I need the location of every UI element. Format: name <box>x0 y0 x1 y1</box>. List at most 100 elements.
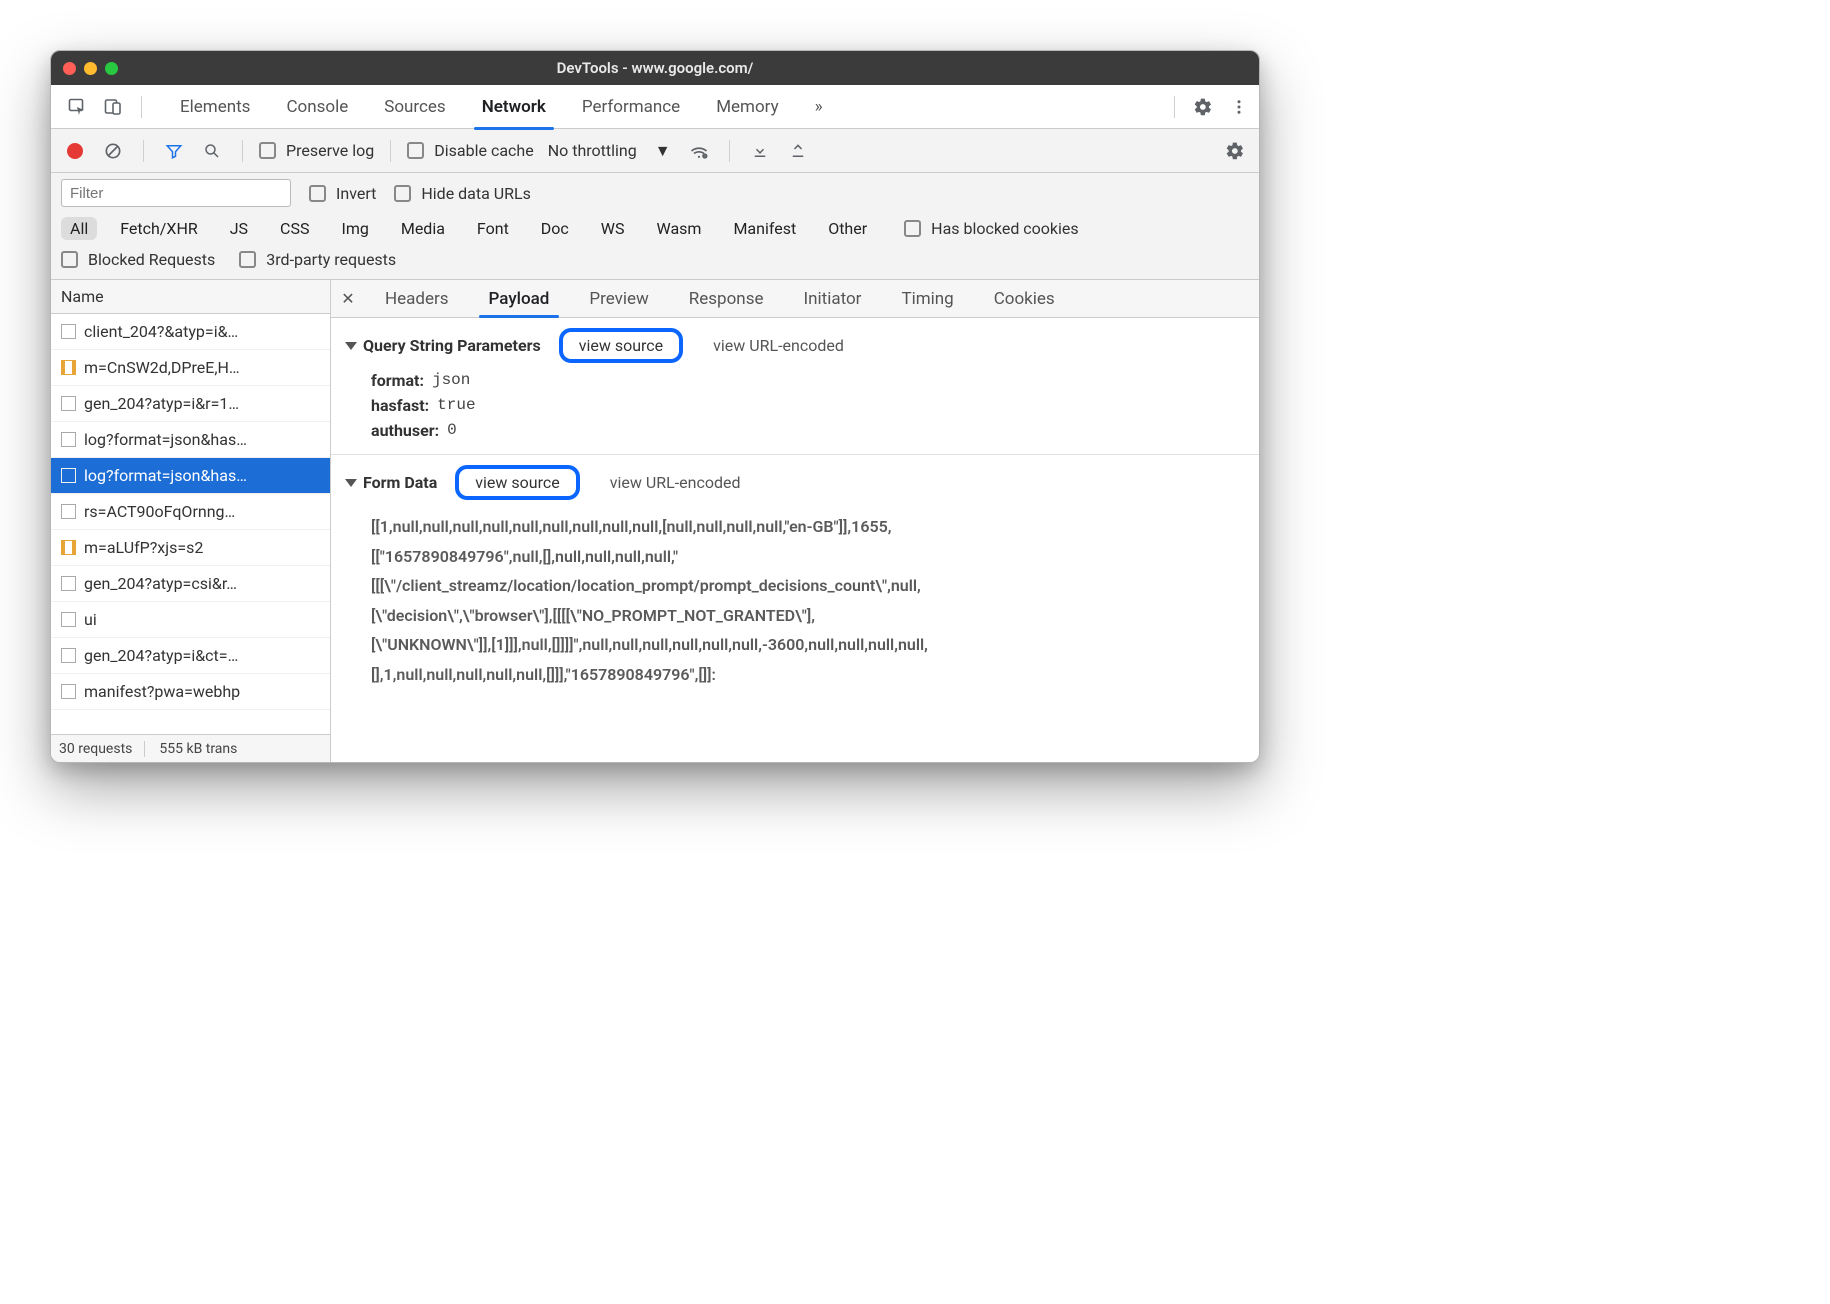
detail-tab-timing[interactable]: Timing <box>881 280 973 317</box>
filter-bar: Invert Hide data URLs All Fetch/XHR JS C… <box>51 173 1259 280</box>
third-party-checkbox[interactable]: 3rd-party requests <box>239 250 396 269</box>
third-party-label: 3rd-party requests <box>266 250 396 269</box>
request-row[interactable]: gen_204?atyp=i&r=1… <box>51 386 330 422</box>
qsp-row: authuser:0 <box>371 421 1245 440</box>
tab-performance[interactable]: Performance <box>564 85 698 129</box>
filter-type-fetchxhr[interactable]: Fetch/XHR <box>111 217 207 240</box>
qsp-toggle[interactable]: Query String Parameters <box>345 336 541 355</box>
tab-sources[interactable]: Sources <box>366 85 463 129</box>
filter-type-js[interactable]: JS <box>221 217 257 240</box>
zoom-window-button[interactable] <box>105 62 118 75</box>
request-row[interactable]: rs=ACT90oFqOrnng… <box>51 494 330 530</box>
filter-type-media[interactable]: Media <box>392 217 454 240</box>
request-name: m=aLUfP?xjs=s2 <box>84 538 203 557</box>
network-conditions-icon[interactable] <box>685 137 713 165</box>
invert-checkbox[interactable]: Invert <box>309 184 376 203</box>
request-row[interactable]: gen_204?atyp=i&ct=… <box>51 638 330 674</box>
request-name: log?format=json&has… <box>84 466 247 485</box>
export-har-icon[interactable] <box>784 137 812 165</box>
filter-type-wasm[interactable]: Wasm <box>648 217 711 240</box>
qsp-view-source-button[interactable]: view source <box>559 328 683 363</box>
filter-type-font[interactable]: Font <box>468 217 518 240</box>
query-string-parameters-section: Query String Parameters view source view… <box>331 318 1259 455</box>
formdata-toggle[interactable]: Form Data <box>345 473 437 492</box>
script-file-icon <box>61 540 76 555</box>
form-data-section: Form Data view source view URL-encoded [… <box>331 455 1259 704</box>
request-row[interactable]: ui <box>51 602 330 638</box>
request-row[interactable]: manifest?pwa=webhp <box>51 674 330 710</box>
qsp-view-url-encoded-button[interactable]: view URL-encoded <box>701 333 856 358</box>
network-body: Name client_204?&atyp=i&… m=CnSW2d,DPreE,… <box>51 280 1259 762</box>
separator <box>143 140 144 162</box>
formdata-content: [[1,null,null,null,null,null,null,null,n… <box>345 508 1245 690</box>
blocked-requests-label: Blocked Requests <box>88 250 215 269</box>
detail-tab-initiator[interactable]: Initiator <box>783 280 881 317</box>
filter-type-other[interactable]: Other <box>819 217 876 240</box>
close-window-button[interactable] <box>63 62 76 75</box>
request-row[interactable]: log?format=json&has… <box>51 422 330 458</box>
filter-icon[interactable] <box>160 137 188 165</box>
preserve-log-checkbox[interactable]: Preserve log <box>259 141 374 160</box>
settings-gear-icon[interactable] <box>1189 93 1217 121</box>
request-name: gen_204?atyp=csi&r… <box>84 574 237 593</box>
filter-type-ws[interactable]: WS <box>592 217 634 240</box>
disable-cache-checkbox[interactable]: Disable cache <box>407 141 533 160</box>
file-icon <box>61 396 76 411</box>
request-row[interactable]: log?format=json&has… <box>51 458 330 494</box>
formdata-view-source-button[interactable]: view source <box>455 465 579 500</box>
import-har-icon[interactable] <box>746 137 774 165</box>
request-row[interactable]: m=CnSW2d,DPreE,H… <box>51 350 330 386</box>
request-list: client_204?&atyp=i&… m=CnSW2d,DPreE,H… gen… <box>51 314 330 734</box>
more-tabs-button[interactable]: » <box>797 85 841 129</box>
formdata-line: [[[\"/client_streamz/location/location_p… <box>371 571 1245 601</box>
request-name: m=CnSW2d,DPreE,H… <box>84 358 240 377</box>
formdata-line: [\"decision\",\"browser\"],[[[[\"NO_PROM… <box>371 601 1245 631</box>
tab-elements[interactable]: Elements <box>162 85 268 129</box>
detail-tab-cookies[interactable]: Cookies <box>974 280 1075 317</box>
payload-body: Query String Parameters view source view… <box>331 318 1259 762</box>
kebab-menu-icon[interactable] <box>1225 93 1253 121</box>
filter-type-img[interactable]: Img <box>332 217 377 240</box>
request-row[interactable]: client_204?&atyp=i&… <box>51 314 330 350</box>
blocked-requests-checkbox[interactable]: Blocked Requests <box>61 250 215 269</box>
filter-type-css[interactable]: CSS <box>271 217 318 240</box>
triangle-down-icon <box>345 342 357 350</box>
qsp-list: format:jsonhasfast:trueauthuser:0 <box>345 371 1245 440</box>
request-row[interactable]: gen_204?atyp=csi&r… <box>51 566 330 602</box>
tab-memory[interactable]: Memory <box>698 85 796 129</box>
tab-console[interactable]: Console <box>268 85 366 129</box>
clear-button[interactable] <box>99 137 127 165</box>
filter-type-doc[interactable]: Doc <box>532 217 578 240</box>
hide-data-urls-checkbox[interactable]: Hide data URLs <box>394 184 531 203</box>
has-blocked-cookies-checkbox[interactable]: Has blocked cookies <box>904 219 1079 238</box>
formdata-view-url-encoded-button[interactable]: view URL-encoded <box>598 470 753 495</box>
file-icon <box>61 576 76 591</box>
chevron-down-icon: ▼ <box>655 141 671 161</box>
network-settings-gear-icon[interactable] <box>1221 137 1249 165</box>
detail-tabs: ✕ Headers Payload Preview Response Initi… <box>331 280 1259 318</box>
device-toolbar-icon[interactable] <box>99 93 127 121</box>
search-icon[interactable] <box>198 137 226 165</box>
filter-input[interactable] <box>61 179 291 207</box>
minimize-window-button[interactable] <box>84 62 97 75</box>
request-detail-panel: ✕ Headers Payload Preview Response Initi… <box>331 280 1259 762</box>
status-bar: 30 requests 555 kB trans <box>51 734 330 762</box>
inspect-element-icon[interactable] <box>63 93 91 121</box>
record-button[interactable] <box>61 137 89 165</box>
filter-type-manifest[interactable]: Manifest <box>724 217 805 240</box>
column-header-name[interactable]: Name <box>51 280 330 314</box>
detail-tab-response[interactable]: Response <box>669 280 784 317</box>
detail-tab-payload[interactable]: Payload <box>469 280 570 317</box>
filter-type-all[interactable]: All <box>61 217 97 240</box>
throttling-select[interactable]: No throttling ▼ <box>544 139 675 163</box>
tab-network[interactable]: Network <box>464 85 564 129</box>
detail-tab-headers[interactable]: Headers <box>365 280 469 317</box>
close-detail-button[interactable]: ✕ <box>331 280 365 317</box>
main-tabs: Elements Console Sources Network Perform… <box>156 85 1160 129</box>
qsp-value: 0 <box>447 421 457 440</box>
detail-tab-preview[interactable]: Preview <box>569 280 668 317</box>
resource-type-filters: All Fetch/XHR JS CSS Img Media Font Doc … <box>61 217 1249 240</box>
request-row[interactable]: m=aLUfP?xjs=s2 <box>51 530 330 566</box>
request-name: manifest?pwa=webhp <box>84 682 240 701</box>
disable-cache-label: Disable cache <box>434 141 533 160</box>
